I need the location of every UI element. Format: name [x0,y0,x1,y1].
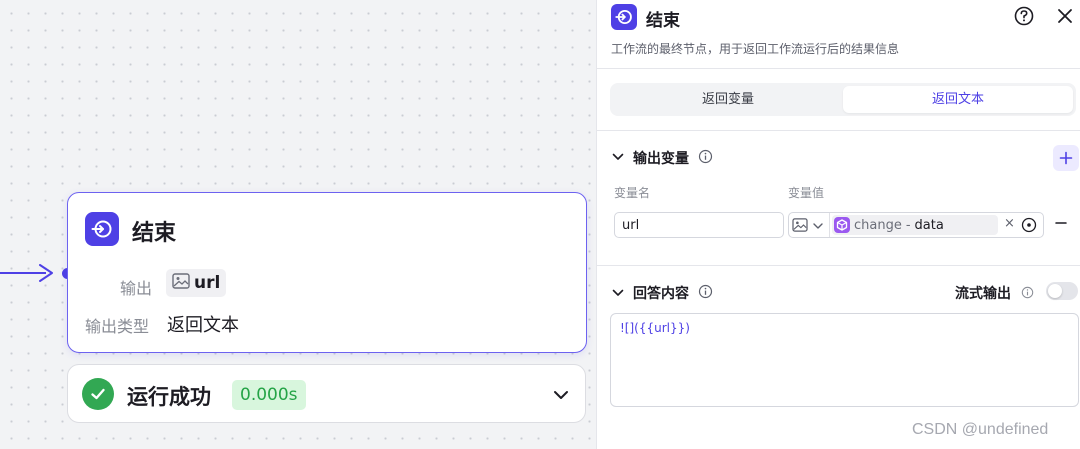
output-variable-chip: url [166,269,227,297]
output-type-label: 输出类型 [85,317,150,336]
divider [829,213,830,237]
chevron-down-icon[interactable] [611,285,625,304]
chevron-down-icon [812,217,824,236]
stream-output-toggle[interactable] [1046,282,1078,300]
end-node-card[interactable]: 结束 输出 url 输出类型 返回文本 [67,192,587,353]
close-icon[interactable] [1054,5,1076,31]
remove-variable-button[interactable] [1053,215,1069,235]
toggle-knob [1048,284,1062,298]
reference-separator: - [905,217,911,233]
info-icon[interactable] [698,284,713,303]
workflow-canvas[interactable]: 结束 输出 url 输出类型 返回文本 运行成功 0.000s [0,0,596,449]
image-icon [792,217,808,236]
variable-type-select[interactable] [792,217,824,236]
image-icon [172,273,190,293]
add-variable-button[interactable] [1053,145,1079,171]
answer-content-text[interactable]: ![]({{url}}) [620,321,1069,335]
run-status-text: 运行成功 [127,385,211,409]
variable-value-field[interactable]: change - data × [788,212,1044,238]
output-variable-name: url [194,273,221,293]
clear-reference-button[interactable]: × [1004,216,1015,231]
answer-section-title: 回答内容 [633,286,689,302]
column-variable-value: 变量值 [788,186,825,200]
stream-output-label: 流式输出 [955,286,1011,302]
run-status-card[interactable]: 运行成功 0.000s [67,364,586,423]
divider [597,130,1080,131]
output-section-title: 输出变量 [633,151,689,167]
output-label: 输出 [120,279,153,298]
panel-title: 结束 [646,11,680,31]
variable-reference-chip[interactable]: change - data [832,215,998,235]
tab-return-variable[interactable]: 返回变量 [613,86,843,113]
chevron-down-icon[interactable] [611,149,625,168]
help-icon[interactable] [1013,5,1035,31]
end-node-icon [85,212,119,246]
target-icon[interactable] [1021,217,1037,237]
panel-description: 工作流的最终节点，用于返回工作流运行后的结果信息 [611,42,900,56]
column-variable-name: 变量名 [614,186,651,200]
divider [597,265,1080,266]
divider [597,68,1080,69]
chevron-down-icon[interactable] [552,386,570,408]
answer-content-editor[interactable]: ![]({{url}}) [610,313,1079,407]
info-icon[interactable] [1021,284,1034,303]
code-node-icon [834,217,850,233]
node-title: 结束 [132,221,177,246]
end-node-icon [611,4,637,30]
tab-return-text[interactable]: 返回文本 [843,86,1073,113]
info-icon[interactable] [698,149,713,168]
node-config-panel: 结束 工作流的最终节点，用于返回工作流运行后的结果信息 返回变量 返回文本 输出… [596,0,1080,449]
reference-variable-name: data [914,217,944,233]
run-duration-badge: 0.000s [232,380,306,410]
variable-name-input[interactable] [614,212,784,238]
output-type-value: 返回文本 [167,315,239,336]
check-circle-icon [82,378,114,410]
reference-node-name: change [854,217,902,233]
watermark: CSDN @undefined [912,421,1049,438]
return-mode-tabs: 返回变量 返回文本 [610,83,1076,116]
